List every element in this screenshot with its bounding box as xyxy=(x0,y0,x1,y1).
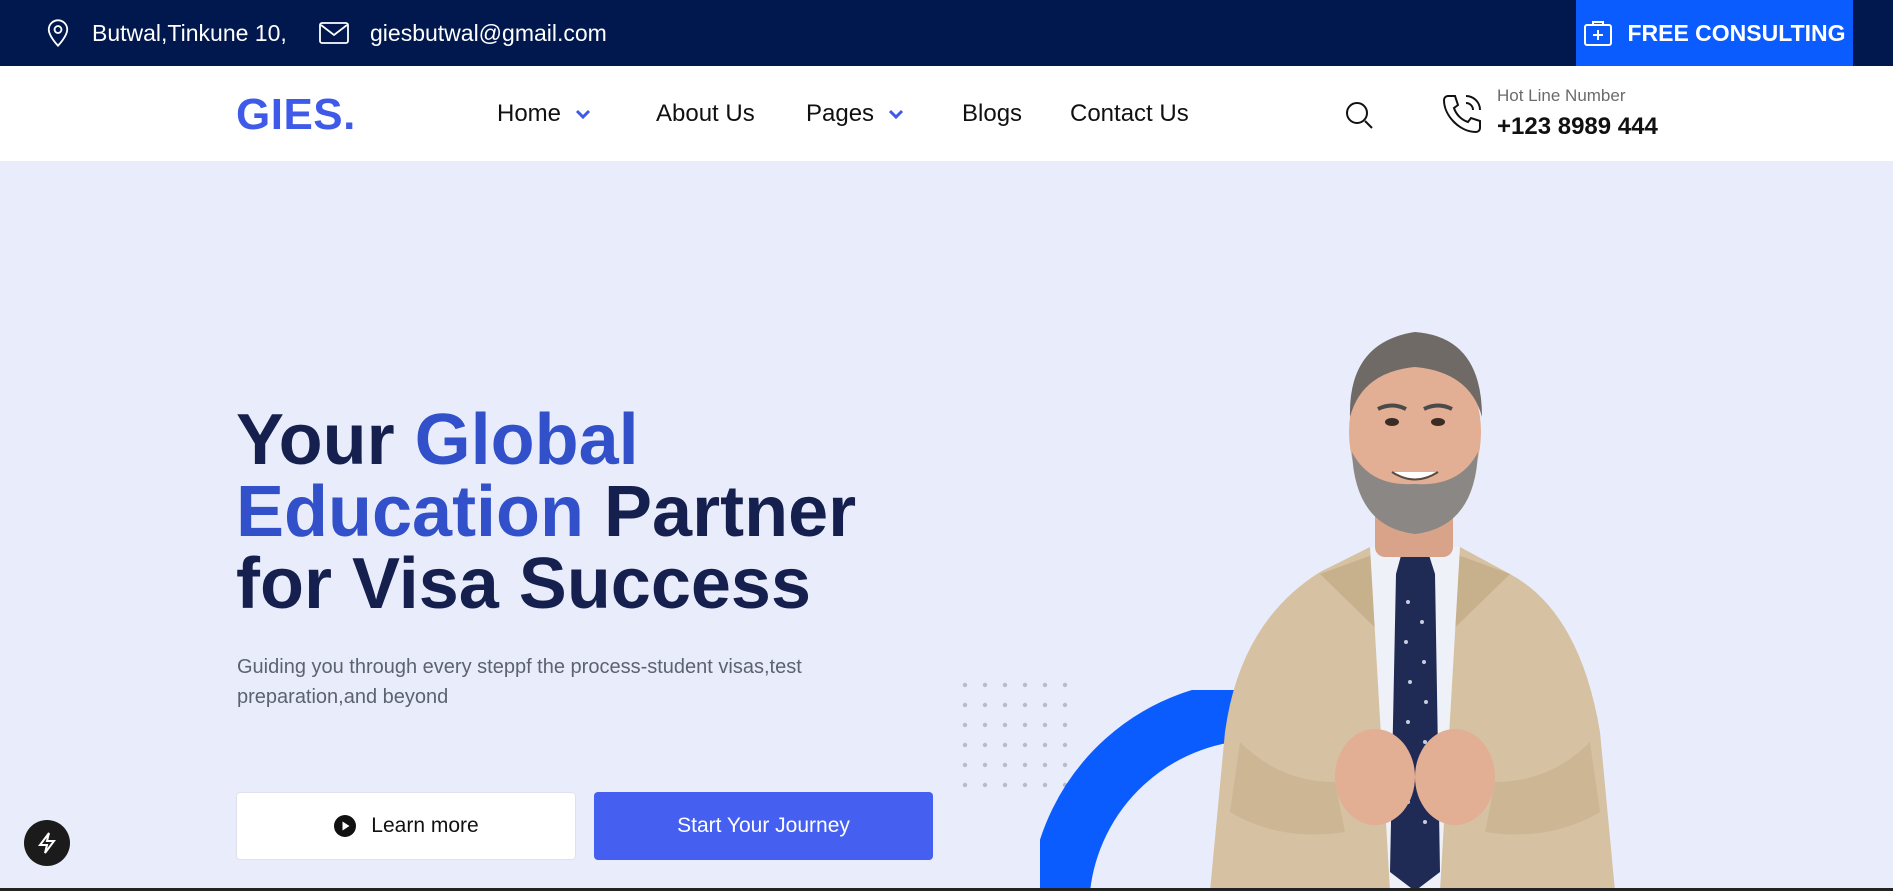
free-consulting-label: FREE CONSULTING xyxy=(1627,19,1846,46)
hotline-number[interactable]: +123 8989 444 xyxy=(1497,113,1658,141)
address-info: Butwal,Tinkune 10, xyxy=(44,0,287,66)
nav-label-blogs: Blogs xyxy=(962,99,1023,127)
quick-action-button[interactable] xyxy=(24,820,70,866)
top-bar: Butwal,Tinkune 10, giesbutwal@gmail.com … xyxy=(0,0,1893,66)
hero-title-part2: Partner xyxy=(584,472,857,552)
bolt-icon xyxy=(38,832,56,854)
search-icon xyxy=(1346,102,1373,129)
main-navbar: GIES. Home About Us Pages Blogs Contact … xyxy=(0,66,1893,161)
chevron-down-icon xyxy=(575,109,591,119)
hotline-label: Hot Line Number xyxy=(1497,86,1626,105)
nav-item-about[interactable]: About Us xyxy=(656,66,755,161)
consultant-photo xyxy=(1210,332,1615,891)
hero-title: Your Global Education Partner for Visa S… xyxy=(236,404,876,620)
email-info[interactable]: giesbutwal@gmail.com xyxy=(318,0,607,66)
learn-more-button[interactable]: Learn more xyxy=(236,792,576,860)
chevron-down-icon xyxy=(889,109,904,119)
medical-case-icon xyxy=(1584,21,1613,46)
site-logo[interactable]: GIES. xyxy=(236,90,356,140)
hero-subtitle: Guiding you through every steppf the pro… xyxy=(237,656,802,708)
nav-label-contact: Contact Us xyxy=(1070,99,1189,127)
address-text: Butwal,Tinkune 10, xyxy=(92,19,287,46)
nav-label-home: Home xyxy=(497,99,562,127)
email-text[interactable]: giesbutwal@gmail.com xyxy=(370,20,607,47)
mail-icon xyxy=(319,22,349,44)
start-journey-button[interactable]: Start Your Journey xyxy=(594,792,933,860)
hero-title-highlight1: Global xyxy=(414,400,639,480)
nav-label-about: About Us xyxy=(656,99,755,127)
play-circle-icon xyxy=(334,815,357,837)
learn-more-label: Learn more xyxy=(371,814,479,837)
nav-item-pages[interactable]: Pages xyxy=(806,66,904,161)
nav-item-contact[interactable]: Contact Us xyxy=(1070,66,1189,161)
free-consulting-button[interactable]: FREE CONSULTING xyxy=(1576,0,1853,66)
nav-item-home[interactable]: Home xyxy=(497,66,591,161)
hero-title-part1: Your xyxy=(236,400,415,480)
hero-title-highlight2: Education xyxy=(236,472,585,552)
search-button[interactable] xyxy=(1344,100,1374,130)
hero-title-part3: for Visa Success xyxy=(236,544,812,624)
location-pin-icon xyxy=(47,19,69,48)
phone-icon xyxy=(1442,95,1481,134)
nav-label-pages: Pages xyxy=(806,99,875,127)
start-journey-label: Start Your Journey xyxy=(677,814,850,837)
nav-item-blogs[interactable]: Blogs xyxy=(962,66,1022,161)
